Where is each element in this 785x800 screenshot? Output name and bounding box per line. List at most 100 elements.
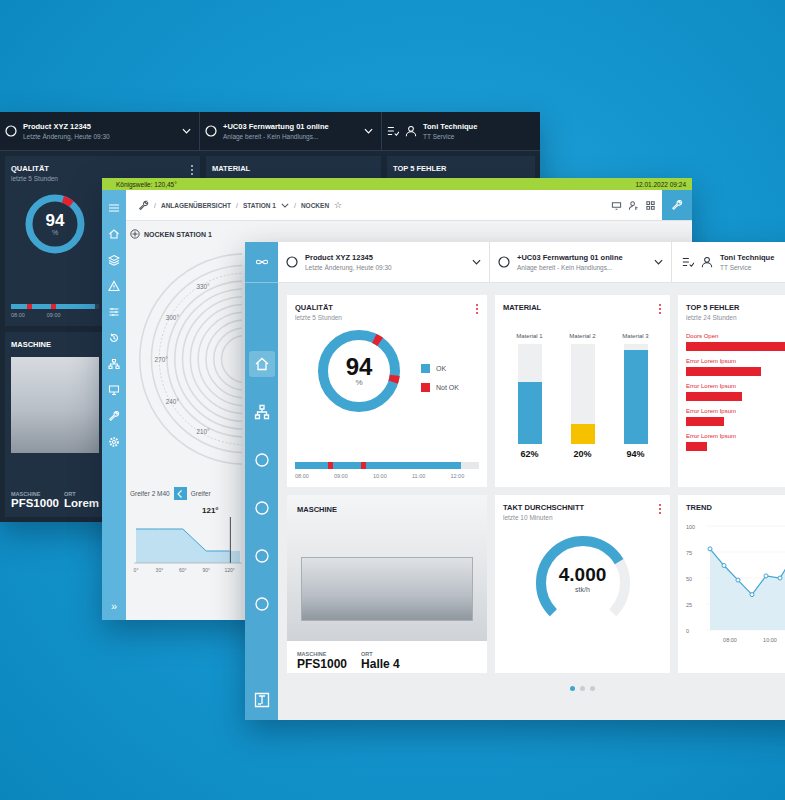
gripper-angle: 121° <box>130 506 242 515</box>
cycle-gauge: 4.000stk/h <box>503 531 662 627</box>
remote-status[interactable]: +UC03 Fernwartung 01 onlineAnlage bereit… <box>490 242 672 282</box>
grid-icon[interactable] <box>645 200 656 211</box>
home-nav-item[interactable] <box>104 224 124 244</box>
remote-subtitle: Anlage bereit - Kein Handlungs... <box>223 133 358 140</box>
quality-donut: 94% <box>11 192 99 256</box>
dial-label: 210° <box>196 428 210 435</box>
breadcrumb-item[interactable]: ANLAGENÜBERSICHT <box>161 202 231 209</box>
expand-sidebar-button[interactable]: » <box>111 600 117 620</box>
more-icon[interactable] <box>475 303 479 315</box>
machine-info: MASCHINEPFS1000ORTHalle 4 <box>287 641 487 673</box>
timeline-labels: 08:0009:00 <box>11 312 99 318</box>
profile-area <box>136 529 240 563</box>
more-icon[interactable] <box>658 503 662 515</box>
circle-nav-item[interactable] <box>249 495 275 521</box>
user-panel[interactable]: Toni TechniqueTT Service <box>382 112 540 150</box>
page-dot[interactable] <box>590 686 595 691</box>
radio-icon[interactable] <box>286 256 298 268</box>
card-title: MATERIAL <box>503 303 541 312</box>
timeline: 08:0009:0010:0011:0012:00 <box>295 462 479 479</box>
checklist-icon[interactable] <box>387 125 399 137</box>
desktop: Product XYZ 12345Letzte Änderung, Heute … <box>0 0 785 800</box>
radio-icon[interactable] <box>498 256 510 268</box>
checklist-icon[interactable] <box>682 256 694 268</box>
location-field: ORTLorem <box>64 491 99 509</box>
network-nav-item[interactable] <box>249 399 275 425</box>
product-selector[interactable]: Product XYZ 12345Letzte Änderung, Heute … <box>278 242 490 282</box>
product-subtitle: Letzte Änderung, Heute 09:30 <box>305 264 465 271</box>
error-label: Error Lorem Ipsum <box>686 433 785 439</box>
error-label: Error Lorem Ipsum <box>686 408 785 414</box>
trend-point[interactable] <box>778 576 782 580</box>
remote-status[interactable]: +UC03 Fernwartung 01 onlineAnlage bereit… <box>200 112 382 150</box>
monitor-nav-item[interactable] <box>104 380 124 400</box>
history-nav-item[interactable] <box>104 328 124 348</box>
circle-nav-item[interactable] <box>249 447 275 473</box>
warning-nav-item[interactable] <box>104 276 124 296</box>
circle-nav-item[interactable] <box>249 543 275 569</box>
sidebar <box>245 242 278 720</box>
hierarchy-nav-item[interactable] <box>104 354 124 374</box>
card-title: MASCHINE <box>297 505 477 514</box>
machine-card: MASCHINE MASCHINEPFS1000ORTHalle 4 <box>287 495 487 673</box>
breadcrumb-item[interactable]: STATION 1 <box>243 202 276 209</box>
trend-point[interactable] <box>708 547 712 551</box>
breadcrumb-item[interactable]: NOCKEN <box>301 202 329 209</box>
material-value: 20% <box>573 449 591 459</box>
next-gripper-label[interactable]: Greifer <box>191 490 211 497</box>
chevron-down-icon[interactable] <box>364 128 373 134</box>
circle-icon <box>254 548 270 564</box>
page-dot[interactable] <box>570 686 575 691</box>
material-bar: Material 162% <box>516 333 542 459</box>
donut-value: 94% <box>46 212 65 236</box>
chevron-down-icon[interactable] <box>472 259 481 265</box>
trend-point[interactable] <box>722 564 726 568</box>
gear-nav-item[interactable] <box>104 432 124 452</box>
error-row[interactable]: Doors Open <box>686 333 785 351</box>
chevron-down-icon[interactable] <box>182 128 191 134</box>
value-number: 4.000 <box>559 565 607 586</box>
cycle-card: TAKT DURCHSCHNITTletzte 10 Minuten4.000s… <box>495 495 670 673</box>
circle-nav-item[interactable] <box>249 591 275 617</box>
previous-gripper-button[interactable] <box>174 487 187 500</box>
trend-point[interactable] <box>736 578 740 582</box>
trend-line <box>710 538 785 594</box>
layers-nav-item[interactable] <box>104 250 124 270</box>
trend-point[interactable] <box>750 593 754 597</box>
app-logo[interactable] <box>245 242 278 283</box>
legend-swatch <box>421 364 430 373</box>
page-dot[interactable] <box>580 686 585 691</box>
service-button[interactable] <box>662 190 692 220</box>
wrench-nav-item[interactable] <box>104 406 124 426</box>
product-selector[interactable]: Product XYZ 12345Letzte Änderung, Heute … <box>0 112 200 150</box>
error-row[interactable]: Error Lorem Ipsum <box>686 433 785 451</box>
favorite-star[interactable]: ☆ <box>334 200 342 210</box>
trend-point[interactable] <box>764 574 768 578</box>
y-axis-tick: 50 <box>686 576 692 582</box>
warning-icon <box>108 280 120 292</box>
user-key-icon[interactable] <box>628 200 639 211</box>
radio-icon[interactable] <box>205 125 217 137</box>
menu-nav-item[interactable] <box>104 198 124 218</box>
radio-icon[interactable] <box>5 125 17 137</box>
x-axis-tick: 08:00 <box>723 637 737 643</box>
more-icon[interactable] <box>658 303 662 315</box>
dial-label: 240° <box>166 398 180 405</box>
chevron-down-icon[interactable] <box>654 259 663 265</box>
dial-label: 330° <box>196 283 210 290</box>
error-row[interactable]: Error Lorem Ipsum <box>686 383 785 401</box>
chevron-down-icon[interactable] <box>281 203 289 208</box>
home-nav-item[interactable] <box>249 351 275 377</box>
error-bar <box>686 342 785 351</box>
field-label: ORT <box>361 651 400 657</box>
error-row[interactable]: Error Lorem Ipsum <box>686 408 785 426</box>
axis-tick: 0° <box>134 567 139 573</box>
trend-chart: 100755025008:0010:00 <box>686 520 785 650</box>
material-chart: Material 162%Material 220%Material 394% <box>503 333 662 459</box>
more-icon[interactable] <box>190 164 194 176</box>
time-label: 10:00 <box>373 473 387 479</box>
screen-icon[interactable] <box>611 200 622 211</box>
error-row[interactable]: Error Lorem Ipsum <box>686 358 785 376</box>
user-panel[interactable]: Toni TechniqueTT Service <box>672 242 785 282</box>
sliders-nav-item[interactable] <box>104 302 124 322</box>
